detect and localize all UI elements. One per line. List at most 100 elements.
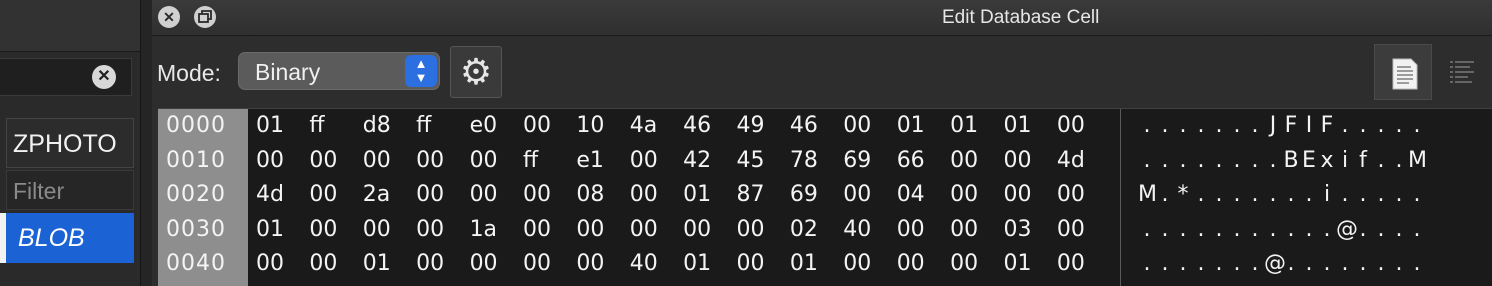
hex-byte[interactable]: 01	[790, 247, 843, 282]
hex-byte[interactable]: 40	[843, 213, 896, 248]
hex-byte[interactable]: 00	[950, 247, 1003, 282]
hex-byte[interactable]: 1a	[470, 213, 523, 248]
hex-byte[interactable]: 00	[416, 247, 469, 282]
ascii-char[interactable]: x	[1318, 144, 1336, 179]
hex-byte[interactable]: 69	[790, 178, 843, 213]
hex-byte[interactable]: 00	[309, 247, 362, 282]
hex-byte[interactable]: 00	[1003, 178, 1056, 213]
ascii-char[interactable]: .	[1354, 213, 1372, 248]
hex-byte[interactable]: 04	[897, 178, 950, 213]
hex-byte[interactable]: 00	[950, 144, 1003, 179]
ascii-char[interactable]: .	[1318, 213, 1336, 248]
ascii-char[interactable]: F	[1282, 109, 1300, 144]
ascii-char[interactable]: @	[1336, 213, 1358, 248]
hex-byte[interactable]: 40	[630, 247, 683, 282]
ascii-char[interactable]: .	[1228, 178, 1246, 213]
hex-byte[interactable]: 00	[309, 178, 362, 213]
ascii-char[interactable]: .	[1390, 213, 1408, 248]
ascii-char[interactable]: .	[1138, 109, 1156, 144]
hex-byte[interactable]: 45	[737, 144, 790, 179]
hex-byte[interactable]: 01	[363, 247, 416, 282]
ascii-char[interactable]: .	[1246, 109, 1264, 144]
ascii-char[interactable]: .	[1336, 109, 1354, 144]
ascii-char[interactable]: .	[1228, 247, 1246, 282]
hex-byte[interactable]: 01	[256, 109, 309, 144]
hex-byte[interactable]: 00	[523, 247, 576, 282]
hex-byte[interactable]: 00	[309, 213, 362, 248]
hex-byte[interactable]: 01	[950, 109, 1003, 144]
ascii-char[interactable]: .	[1210, 109, 1228, 144]
ascii-char[interactable]: .	[1156, 109, 1174, 144]
ascii-char[interactable]: .	[1408, 247, 1426, 282]
hex-byte[interactable]: ff	[309, 109, 362, 144]
hex-byte[interactable]: 00	[950, 178, 1003, 213]
ascii-char[interactable]: .	[1138, 247, 1156, 282]
ascii-char[interactable]: .	[1408, 109, 1426, 144]
hex-byte[interactable]: 08	[576, 178, 629, 213]
hex-byte[interactable]: 00	[576, 213, 629, 248]
ascii-char[interactable]: .	[1174, 247, 1192, 282]
ascii-char[interactable]: .	[1264, 144, 1282, 179]
hex-byte[interactable]: 00	[256, 247, 309, 282]
hex-byte[interactable]: 00	[630, 144, 683, 179]
ascii-char[interactable]: .	[1372, 144, 1390, 179]
ascii-char[interactable]: E	[1300, 144, 1318, 179]
ascii-char[interactable]: .	[1156, 144, 1174, 179]
mode-select[interactable]: Binary ▲ ▼	[238, 52, 440, 90]
hex-byte[interactable]: e0	[470, 109, 523, 144]
ascii-char[interactable]: .	[1408, 213, 1426, 248]
hex-byte[interactable]: 00	[1057, 213, 1110, 248]
hex-byte[interactable]: 00	[363, 144, 416, 179]
ascii-char[interactable]: .	[1246, 213, 1264, 248]
hex-byte[interactable]: 00	[1003, 144, 1056, 179]
hex-byte[interactable]: 00	[897, 213, 950, 248]
ascii-char[interactable]: .	[1372, 247, 1390, 282]
clear-search-icon[interactable]: ✕	[92, 65, 116, 89]
hex-byte[interactable]: 00	[1057, 178, 1110, 213]
hex-byte[interactable]: e1	[576, 144, 629, 179]
hex-byte[interactable]: 01	[683, 178, 736, 213]
ascii-char[interactable]: .	[1138, 213, 1156, 248]
ascii-char[interactable]: .	[1228, 213, 1246, 248]
column-filter-input[interactable]: Filter	[6, 170, 134, 210]
close-icon[interactable]: ✕	[158, 6, 180, 28]
ascii-char[interactable]: f	[1354, 144, 1372, 179]
ascii-char[interactable]: .	[1246, 247, 1264, 282]
ascii-char[interactable]: *	[1174, 178, 1192, 213]
hex-byte[interactable]: 00	[416, 144, 469, 179]
ascii-char[interactable]: @	[1264, 247, 1286, 282]
gear-icon[interactable]: ⚙	[450, 46, 502, 98]
ascii-char[interactable]: .	[1300, 213, 1318, 248]
hex-byte[interactable]: 00	[416, 178, 469, 213]
ascii-char[interactable]: .	[1354, 247, 1372, 282]
ascii-char[interactable]: M	[1408, 144, 1427, 179]
hex-byte[interactable]: 01	[683, 247, 736, 282]
hex-byte[interactable]: 00	[576, 247, 629, 282]
ascii-char[interactable]: .	[1264, 213, 1282, 248]
ascii-char[interactable]: .	[1354, 178, 1372, 213]
ascii-char[interactable]: .	[1228, 109, 1246, 144]
ascii-char[interactable]: .	[1336, 178, 1354, 213]
column-header-zphoto[interactable]: ZPHOTO	[6, 118, 134, 168]
hex-byte[interactable]: 00	[630, 213, 683, 248]
hex-byte[interactable]: 00	[523, 178, 576, 213]
ascii-char[interactable]: .	[1390, 109, 1408, 144]
hex-view-icon[interactable]	[1434, 44, 1492, 100]
hex-byte[interactable]: 42	[683, 144, 736, 179]
hex-byte[interactable]: 66	[897, 144, 950, 179]
selected-blob-cell[interactable]: BLOB	[6, 213, 134, 263]
hex-byte[interactable]: 00	[523, 213, 576, 248]
ascii-char[interactable]: .	[1390, 247, 1408, 282]
ascii-char[interactable]: i	[1336, 144, 1354, 179]
ascii-char[interactable]: .	[1210, 213, 1228, 248]
hex-byte[interactable]: 00	[843, 178, 896, 213]
hex-byte[interactable]: 2a	[363, 178, 416, 213]
hex-bytes-area[interactable]: 01 ff d8 ff e0 00 10 4a 46 49 46 00 01 01 01 00 00 00 00 00…	[256, 109, 1116, 286]
ascii-char[interactable]: i	[1318, 178, 1336, 213]
hex-byte[interactable]: 02	[790, 213, 843, 248]
ascii-char[interactable]: .	[1138, 144, 1156, 179]
hex-byte[interactable]: 46	[683, 109, 736, 144]
ascii-char[interactable]: .	[1282, 247, 1300, 282]
hex-byte[interactable]: ff	[523, 144, 576, 179]
hex-byte[interactable]: 00	[470, 178, 523, 213]
